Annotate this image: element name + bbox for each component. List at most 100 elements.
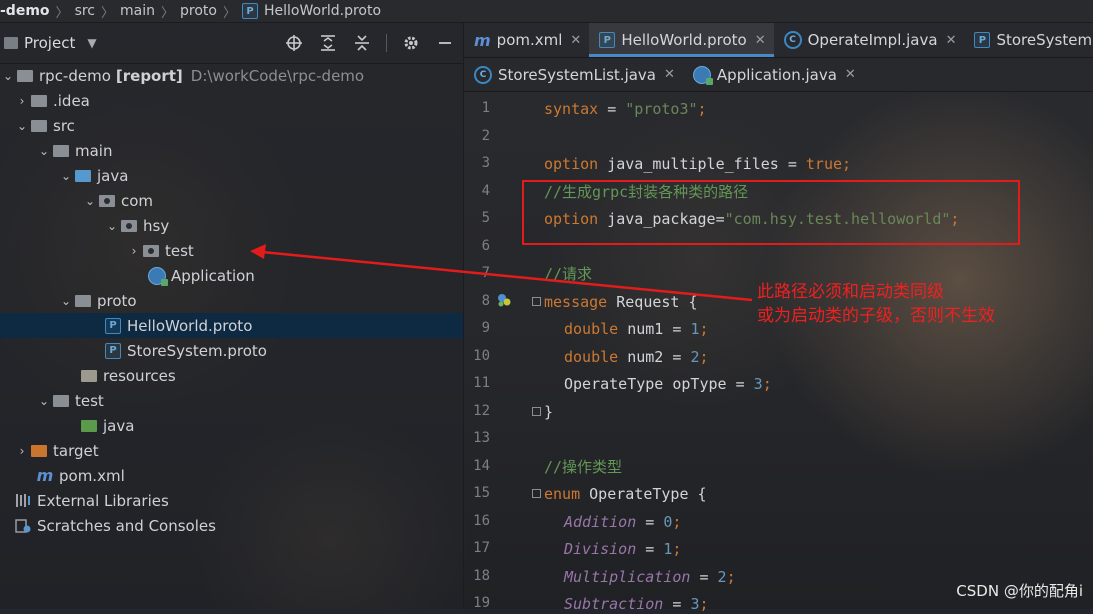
annotation-note-line1: 此路径必须和启动类同级 <box>757 282 944 302</box>
chevron-down-icon[interactable]: ⌄ <box>0 69 16 83</box>
project-view-selector[interactable]: Project <box>24 34 75 52</box>
tree-item-java[interactable]: ⌄ java <box>0 163 463 188</box>
tree-item-label: External Libraries <box>37 491 169 510</box>
breadcrumb-item-file[interactable]: P HelloWorld.proto <box>242 3 381 19</box>
breadcrumb-item-main[interactable]: main <box>120 3 155 19</box>
tree-item-rpc-demo[interactable]: ⌄ rpc-demo [report] D:\workCode\rpc-demo <box>0 63 463 88</box>
code-token: ; <box>842 155 852 173</box>
collapse-all-icon[interactable] <box>352 33 372 53</box>
code-token: double <box>564 348 619 366</box>
folder-icon <box>52 393 70 409</box>
tree-item-resources[interactable]: resources <box>0 363 463 388</box>
code-token: syntax <box>544 100 599 118</box>
tab-label: StoreSystemList.java <box>498 65 656 84</box>
code-line: Addition = 0; <box>564 512 681 532</box>
chevron-down-icon[interactable]: ⌄ <box>36 144 52 158</box>
tab-pom-xml[interactable]: m pom.xml ✕ <box>464 23 589 57</box>
implementation-marker-icon[interactable] <box>496 292 512 308</box>
expand-all-icon[interactable] <box>318 33 338 53</box>
code-token: ; <box>726 568 736 586</box>
code-line: OperateType opType = 3; <box>564 374 772 394</box>
code-token: num1 = <box>618 320 691 338</box>
tree-item-target[interactable]: › target <box>0 438 463 463</box>
chevron-right-icon[interactable]: › <box>126 244 142 258</box>
tree-item-test[interactable]: ⌄ test <box>0 388 463 413</box>
close-icon[interactable]: ✕ <box>755 33 766 48</box>
tree-item-scratches[interactable]: Scratches and Consoles <box>0 513 463 538</box>
close-icon[interactable]: ✕ <box>946 33 957 48</box>
test-source-folder-icon <box>80 418 98 434</box>
chevron-down-icon[interactable]: ⌄ <box>36 394 52 408</box>
close-icon[interactable]: ✕ <box>845 67 856 82</box>
tree-item-test-package[interactable]: › test <box>0 238 463 263</box>
code-token: OperateType { <box>580 485 707 503</box>
tree-item-external-libraries[interactable]: External Libraries <box>0 488 463 513</box>
breadcrumb-separator: 〉 <box>223 5 237 21</box>
tree-item-label: target <box>53 441 99 460</box>
locate-file-icon[interactable] <box>284 33 304 53</box>
line-number: 16 <box>473 513 490 529</box>
close-icon[interactable]: ✕ <box>570 33 581 48</box>
code-token: ; <box>762 375 772 393</box>
code-token: "proto3" <box>625 100 698 118</box>
chevron-down-icon[interactable]: ⌄ <box>14 119 30 133</box>
fold-marker-icon[interactable] <box>532 489 541 498</box>
code-token: ; <box>699 348 709 366</box>
tab-storesystem[interactable]: P StoreSystem <box>964 23 1093 57</box>
tab-storesystemlist-java[interactable]: C StoreSystemList.java ✕ <box>464 58 683 91</box>
line-number: 17 <box>473 540 490 556</box>
gear-icon[interactable] <box>401 33 421 53</box>
tree-item-application[interactable]: Application <box>0 263 463 288</box>
fold-marker-icon[interactable] <box>532 297 541 306</box>
tree-item-hsy[interactable]: ⌄ hsy <box>0 213 463 238</box>
line-number: 7 <box>481 265 490 281</box>
tree-item-test-java[interactable]: java <box>0 413 463 438</box>
code-content[interactable]: syntax = "proto3"; option java_multiple_… <box>544 92 1093 613</box>
breadcrumb-item-project[interactable]: -demo <box>0 3 50 19</box>
chevron-down-icon[interactable]: ⌄ <box>82 194 98 208</box>
code-token: java_multiple_files = <box>598 155 806 173</box>
line-number: 6 <box>481 238 490 254</box>
tree-item-proto[interactable]: ⌄ proto <box>0 288 463 313</box>
tab-helloworld-proto[interactable]: P HelloWorld.proto ✕ <box>589 23 774 57</box>
editor-gutter: 1 2 3 4 5 6 7 8 9 10 11 12 13 14 15 16 1… <box>464 92 528 611</box>
chevron-down-icon[interactable]: ⌄ <box>58 169 74 183</box>
code-token: Division <box>564 540 637 558</box>
close-icon[interactable]: ✕ <box>664 67 675 82</box>
tree-item-main[interactable]: ⌄ main <box>0 138 463 163</box>
tree-item-label: test <box>165 241 194 260</box>
code-token: = <box>598 100 626 118</box>
line-number: 15 <box>473 485 490 501</box>
fold-marker-icon[interactable] <box>532 407 541 416</box>
code-token: = <box>636 513 664 531</box>
chevron-down-icon[interactable]: ⌄ <box>58 294 74 308</box>
tab-label: Application.java <box>716 65 837 84</box>
tree-item-src[interactable]: ⌄ src <box>0 113 463 138</box>
chevron-down-icon[interactable]: ▼ <box>87 36 96 50</box>
chevron-right-icon[interactable]: › <box>14 444 30 458</box>
chevron-right-icon[interactable]: › <box>14 94 30 108</box>
folder-icon <box>30 93 48 109</box>
proto-file-icon: P <box>104 317 122 334</box>
proto-file-icon: P <box>242 3 259 19</box>
code-token: ; <box>672 513 682 531</box>
tree-item-idea[interactable]: › .idea <box>0 88 463 113</box>
tree-item-helloworld-proto[interactable]: P HelloWorld.proto <box>0 313 463 338</box>
tab-application-java[interactable]: Application.java ✕ <box>683 58 864 91</box>
tree-item-path: D:\workCode\rpc-demo <box>190 66 365 85</box>
tab-operateimpl-java[interactable]: C OperateImpl.java ✕ <box>774 23 965 57</box>
tree-item-storesystem-proto[interactable]: P StoreSystem.proto <box>0 338 463 363</box>
code-token: OperateType opType = <box>564 375 754 393</box>
toolbar-divider <box>386 34 387 52</box>
hide-panel-icon[interactable] <box>435 33 455 53</box>
breadcrumb-item-src[interactable]: src <box>75 3 95 19</box>
tree-item-pom[interactable]: m pom.xml <box>0 463 463 488</box>
breadcrumb-item-proto[interactable]: proto <box>180 3 217 19</box>
code-line: double num1 = 1; <box>564 319 709 339</box>
tree-item-label: test <box>75 391 104 410</box>
folder-icon <box>52 143 70 159</box>
code-token: double <box>564 320 619 338</box>
tree-item-com[interactable]: ⌄ com <box>0 188 463 213</box>
code-editor[interactable]: 1 2 3 4 5 6 7 8 9 10 11 12 13 14 15 16 1… <box>464 92 1093 613</box>
chevron-down-icon[interactable]: ⌄ <box>104 219 120 233</box>
